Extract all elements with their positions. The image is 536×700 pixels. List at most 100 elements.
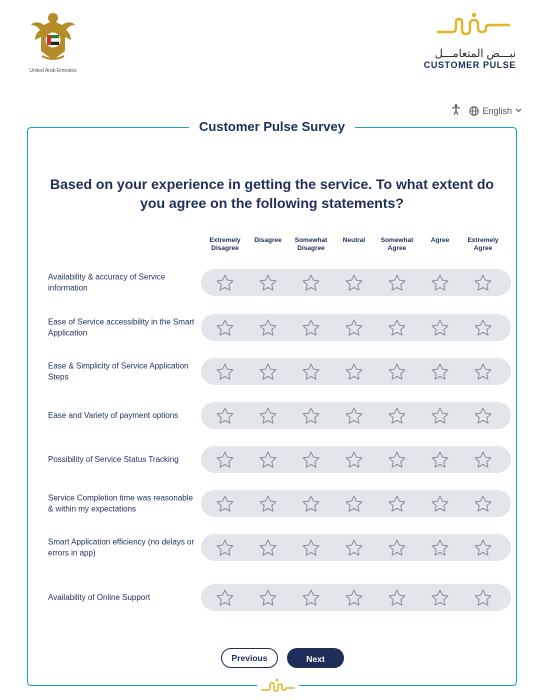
star-icon[interactable] — [387, 588, 407, 608]
scale-label: Somewhat Disagree — [294, 237, 328, 252]
scale-label: Extremely Disagree — [209, 237, 241, 252]
star-icon[interactable] — [301, 450, 321, 470]
star-icon[interactable] — [301, 538, 321, 558]
star-icon[interactable] — [301, 273, 321, 293]
star-icon[interactable] — [215, 362, 235, 382]
star-icon[interactable] — [473, 588, 493, 608]
survey-title: Customer Pulse Survey — [189, 119, 355, 134]
star-icon[interactable] — [387, 406, 407, 426]
star-icon[interactable] — [387, 318, 407, 338]
star-icon[interactable] — [344, 588, 364, 608]
star-icon[interactable] — [344, 450, 364, 470]
star-icon[interactable] — [258, 362, 278, 382]
star-icon[interactable] — [344, 538, 364, 558]
star-icon[interactable] — [430, 588, 450, 608]
star-icon[interactable] — [258, 494, 278, 514]
star-icon[interactable] — [301, 494, 321, 514]
statement-row: Possibility of Service Status Tracking — [28, 444, 518, 476]
star-icon[interactable] — [215, 588, 235, 608]
star-icon[interactable] — [258, 318, 278, 338]
customer-pulse-logo: نبـــض المتعامـــل CUSTOMER PULSE — [406, 12, 516, 70]
star-icon[interactable] — [301, 406, 321, 426]
star-icon[interactable] — [387, 538, 407, 558]
star-icon[interactable] — [430, 538, 450, 558]
star-icon[interactable] — [215, 273, 235, 293]
star-icon[interactable] — [430, 494, 450, 514]
star-icon[interactable] — [258, 273, 278, 293]
language-label: English — [482, 105, 512, 116]
statement-row: Ease and Variety of payment options — [28, 400, 518, 432]
scale-label: Neutral — [342, 237, 366, 244]
star-icon[interactable] — [430, 318, 450, 338]
pulse-wave-icon — [436, 12, 511, 36]
survey-frame: Customer Pulse Survey Based on your expe… — [27, 119, 518, 694]
statement-label: Ease & Simplicity of Service Application… — [48, 361, 189, 382]
star-icon[interactable] — [215, 406, 235, 426]
chevron-down-icon — [515, 108, 522, 113]
statement-label: Ease of Service accessibility in the Sma… — [48, 317, 195, 338]
statement-label: Availability of Online Support — [48, 592, 151, 602]
statement-row: Ease of Service accessibility in the Sma… — [28, 312, 518, 344]
star-icon[interactable] — [344, 318, 364, 338]
star-icon[interactable] — [473, 494, 493, 514]
uae-caption: United Arab Emirates — [29, 68, 77, 74]
star-icon[interactable] — [301, 318, 321, 338]
star-icon[interactable] — [344, 362, 364, 382]
statement-row: Availability of Online Support — [28, 582, 518, 614]
star-icon[interactable] — [258, 588, 278, 608]
star-icon[interactable] — [387, 450, 407, 470]
star-icon[interactable] — [344, 494, 364, 514]
star-icon[interactable] — [387, 362, 407, 382]
star-icon[interactable] — [430, 273, 450, 293]
rating-group — [201, 358, 511, 385]
star-icon[interactable] — [344, 273, 364, 293]
pulse-footer-logo — [257, 678, 299, 694]
brand-arabic: نبـــض المتعامـــل — [434, 48, 516, 60]
rating-group — [201, 534, 511, 561]
language-selector[interactable]: English — [469, 106, 522, 116]
star-icon[interactable] — [473, 406, 493, 426]
star-icon[interactable] — [430, 406, 450, 426]
star-icon[interactable] — [387, 273, 407, 293]
star-icon[interactable] — [215, 494, 235, 514]
statement-row: Availability & accuracy of Service infor… — [28, 267, 518, 299]
star-icon[interactable] — [215, 538, 235, 558]
star-icon[interactable] — [473, 362, 493, 382]
star-icon[interactable] — [473, 450, 493, 470]
star-icon[interactable] — [215, 318, 235, 338]
rating-group — [201, 446, 511, 473]
scale-header: Extremely Disagree Disagree Somewhat Disag… — [201, 237, 511, 259]
falcon-emblem-icon — [31, 13, 75, 60]
page-header: United Arab Emirates نبـــض المتعامـــل … — [0, 0, 536, 130]
star-icon[interactable] — [258, 406, 278, 426]
header-tools: English — [451, 104, 522, 117]
next-button[interactable]: Next — [287, 648, 344, 668]
globe-icon — [469, 105, 480, 116]
star-icon[interactable] — [258, 450, 278, 470]
star-icon[interactable] — [473, 273, 493, 293]
rating-group — [201, 314, 511, 341]
rating-group — [201, 402, 511, 429]
brand-english: CUSTOMER PULSE — [423, 60, 516, 70]
star-icon[interactable] — [430, 362, 450, 382]
star-icon[interactable] — [387, 494, 407, 514]
rating-group — [201, 584, 511, 611]
statement-row: Service Completion time was reasonable &… — [28, 488, 518, 520]
star-icon[interactable] — [473, 538, 493, 558]
star-icon[interactable] — [344, 406, 364, 426]
statement-row: Ease & Simplicity of Service Application… — [28, 356, 518, 388]
accessibility-icon[interactable] — [451, 104, 461, 117]
star-icon[interactable] — [215, 450, 235, 470]
star-icon[interactable] — [301, 588, 321, 608]
star-icon[interactable] — [258, 538, 278, 558]
scale-label: Extremely Agree — [467, 237, 499, 252]
rating-group — [201, 490, 511, 517]
statement-label: Availability & accuracy of Service infor… — [48, 272, 166, 293]
star-icon[interactable] — [301, 362, 321, 382]
star-icon[interactable] — [430, 450, 450, 470]
scale-label: Somewhat Agree — [380, 237, 414, 252]
statement-label: Possibility of Service Status Tracking — [48, 454, 179, 464]
star-icon[interactable] — [473, 318, 493, 338]
uae-emblem: United Arab Emirates — [20, 10, 86, 74]
previous-button[interactable]: Previous — [221, 648, 278, 668]
